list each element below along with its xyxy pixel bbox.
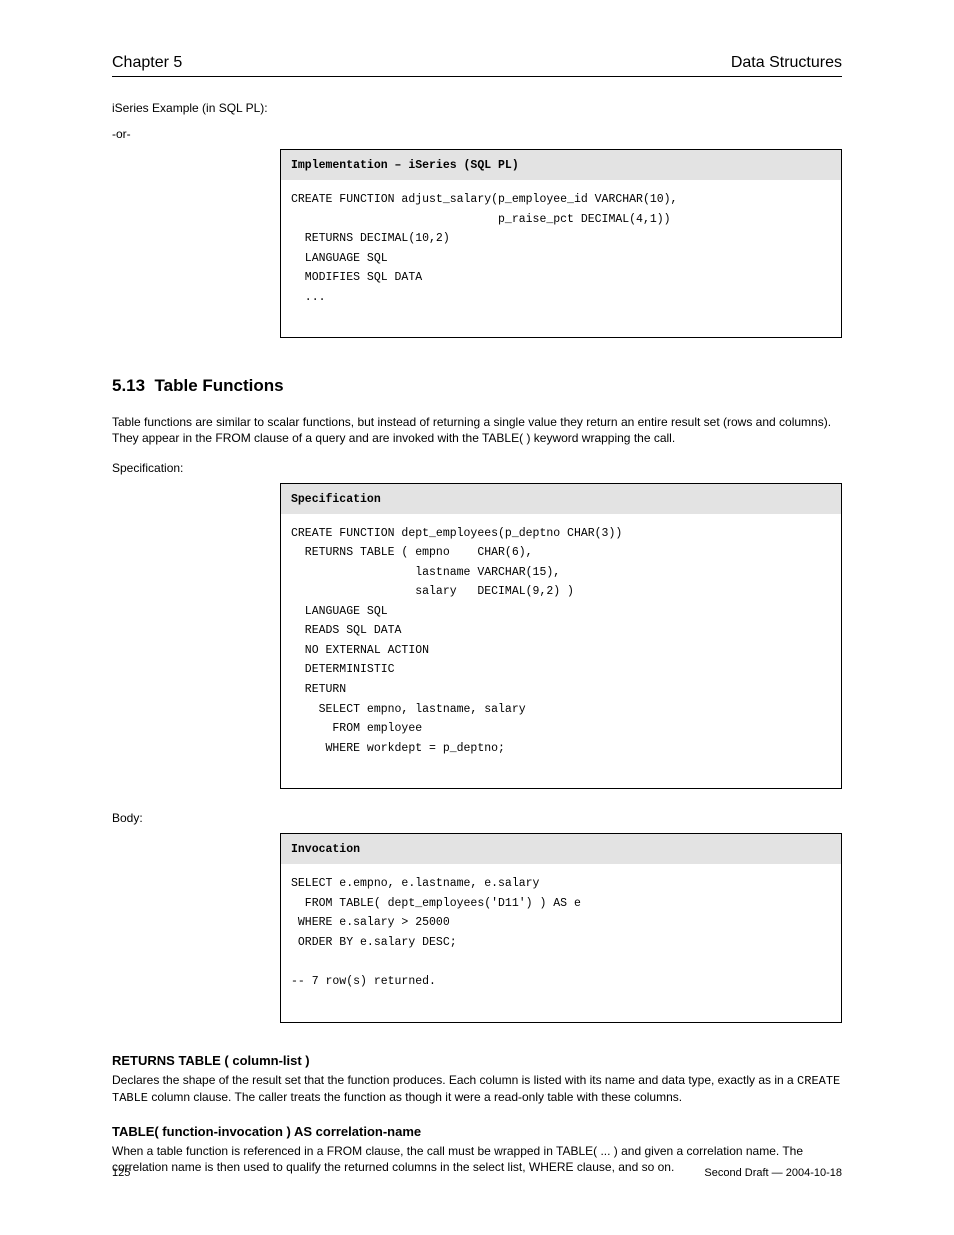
field-returns-table: RETURNS TABLE ( column-list ) Declares t… [112,1053,842,1106]
codebox-spec-body: CREATE FUNCTION dept_employees(p_deptno … [281,514,841,789]
codebox-invoke-body: SELECT e.empno, e.lastname, e.salary FRO… [281,864,841,1021]
page-footer: 125 Second Draft — 2004-10-18 [112,1167,842,1179]
footer-stamp: Second Draft — 2004-10-18 [704,1167,842,1179]
page-number: 125 [112,1167,130,1179]
running-header: Chapter 5 Data Structures [112,54,842,77]
field-returns-table-desc: Declares the shape of the result set tha… [112,1072,842,1106]
codebox-invoke-title: Invocation [281,834,841,864]
codebox-iseries: Implementation – iSeries (SQL PL) CREATE… [280,149,842,338]
codebox-spec: Specification CREATE FUNCTION dept_emplo… [280,483,842,790]
field-returns-table-name: RETURNS TABLE ( column-list ) [112,1053,842,1068]
intro-line-2: -or- [112,127,842,141]
section-title-text: Table Functions [155,376,284,395]
section-description: Table functions are similar to scalar fu… [112,414,842,446]
label-body: Body: [112,811,842,825]
label-spec: Specification: [112,461,842,475]
header-topic: Data Structures [731,54,842,72]
codebox-iseries-title: Implementation – iSeries (SQL PL) [281,150,841,180]
section-number: 5.13 [112,376,145,395]
field-table-invocation-name: TABLE( function-invocation ) AS correlat… [112,1124,842,1139]
codebox-iseries-body: CREATE FUNCTION adjust_salary(p_employee… [281,180,841,337]
section-heading: 5.13 Table Functions [112,376,842,396]
codebox-spec-title: Specification [281,484,841,514]
header-chapter: Chapter 5 [112,54,182,72]
codebox-invoke: Invocation SELECT e.empno, e.lastname, e… [280,833,842,1022]
intro-line-1: iSeries Example (in SQL PL): [112,101,842,115]
